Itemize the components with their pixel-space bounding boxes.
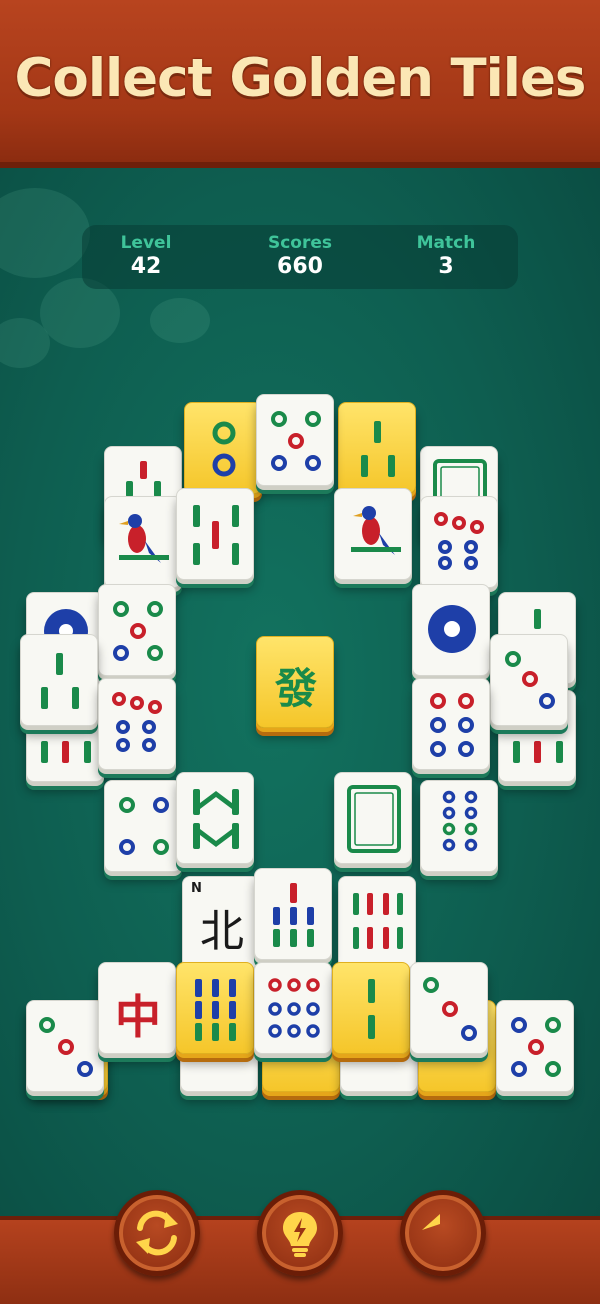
green-dragon-tile[interactable]: 發 [256, 636, 334, 728]
undo-button[interactable] [400, 1190, 486, 1276]
north-wind-letter: N [191, 881, 202, 896]
mahjong-tile[interactable] [256, 394, 334, 486]
mahjong-tile[interactable] [338, 402, 416, 494]
mahjong-tile[interactable] [412, 584, 490, 676]
north-wind-tile[interactable]: N 北 [182, 876, 260, 968]
level-label: Level [120, 233, 172, 253]
mahjong-tile[interactable] [184, 402, 262, 494]
green-dragon-char: 發 [274, 664, 317, 713]
banner-title: Collect Golden Tiles [14, 48, 587, 109]
north-wind-char: 北 [200, 906, 244, 957]
level-stat: Level 42 [76, 233, 216, 279]
undo-arrow-icon [422, 1214, 440, 1230]
scores-value: 660 [277, 254, 323, 279]
red-dragon-tile[interactable]: 中 [98, 962, 176, 1054]
scores-stat: Scores 660 [230, 233, 370, 279]
level-value: 42 [130, 254, 162, 279]
background-flower [0, 318, 50, 368]
mahjong-tile[interactable] [332, 962, 410, 1054]
scores-label: Scores [267, 233, 333, 253]
mahjong-tile[interactable] [104, 496, 182, 588]
mahjong-tile[interactable] [98, 678, 176, 770]
mahjong-tile[interactable] [176, 488, 254, 580]
mahjong-tile[interactable] [334, 488, 412, 580]
mahjong-tile[interactable] [26, 1000, 104, 1092]
mahjong-tile[interactable] [176, 962, 254, 1054]
mahjong-tile[interactable] [98, 584, 176, 676]
mahjong-tile[interactable] [338, 876, 416, 968]
shuffle-button[interactable] [114, 1190, 200, 1276]
mahjong-tile[interactable] [412, 678, 490, 770]
lightbulb-icon [283, 1212, 317, 1257]
mahjong-tile[interactable] [254, 868, 332, 960]
match-value: 3 [438, 254, 454, 279]
stats-panel: Level 42 Scores 660 Match 3 [82, 225, 518, 289]
red-dragon-char: 中 [115, 990, 161, 1044]
mahjong-tile[interactable] [410, 962, 488, 1054]
mahjong-tile[interactable] [176, 772, 254, 864]
mahjong-tile[interactable] [334, 772, 412, 864]
mahjong-tile[interactable] [420, 496, 498, 588]
shuffle-icon [136, 1210, 178, 1256]
match-label: Match [416, 233, 476, 253]
mahjong-tile[interactable] [420, 780, 498, 872]
mahjong-tile[interactable] [254, 962, 332, 1054]
mahjong-tile[interactable] [20, 634, 98, 726]
title-banner: Collect Golden Tiles [0, 0, 600, 168]
background-flower [150, 298, 210, 343]
mahjong-tile[interactable] [496, 1000, 574, 1092]
mahjong-tile[interactable] [104, 780, 182, 872]
mahjong-tile[interactable] [490, 634, 568, 726]
match-stat: Match 3 [376, 233, 516, 279]
hint-button[interactable] [257, 1190, 343, 1276]
